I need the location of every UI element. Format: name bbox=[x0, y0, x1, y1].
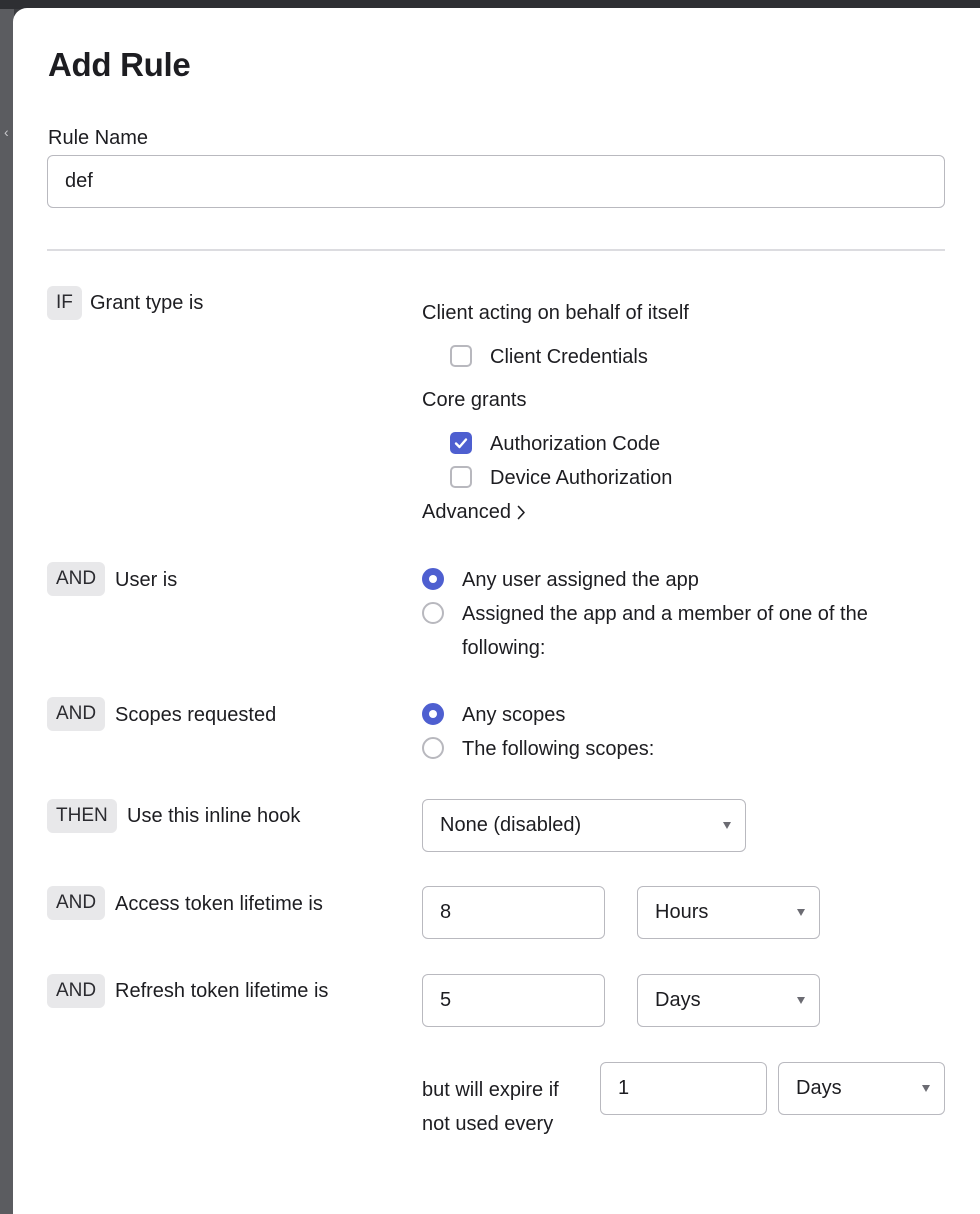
inline-hook-value: None (disabled) bbox=[440, 814, 582, 836]
expire-idle-input[interactable] bbox=[600, 1062, 767, 1115]
then-tag: THEN bbox=[47, 799, 117, 833]
device-authorization-checkbox[interactable] bbox=[450, 466, 472, 488]
client-credentials-label[interactable]: Client Credentials bbox=[490, 346, 648, 369]
caret-down-icon bbox=[797, 996, 805, 1004]
following-scopes-radio[interactable] bbox=[422, 737, 444, 759]
any-user-label[interactable]: Any user assigned the app bbox=[462, 569, 699, 592]
dialog-title: Add Rule bbox=[48, 46, 191, 83]
and-tag-access-token: AND bbox=[47, 886, 106, 920]
backdrop-left bbox=[0, 9, 14, 1214]
rule-name-label: Rule Name bbox=[48, 127, 149, 149]
inline-hook-select[interactable]: None (disabled) bbox=[422, 799, 746, 852]
backdrop-chevron-left-icon: ‹ bbox=[4, 124, 9, 140]
and-tag-refresh-token: AND bbox=[47, 974, 106, 1008]
inline-hook-label: Use this inline hook bbox=[127, 805, 301, 827]
expire-idle-unit-select[interactable]: Days bbox=[778, 1062, 945, 1115]
any-scopes-label[interactable]: Any scopes bbox=[462, 704, 565, 727]
caret-down-icon bbox=[922, 1084, 930, 1092]
rule-name-input[interactable] bbox=[47, 155, 945, 208]
authorization-code-label[interactable]: Authorization Code bbox=[490, 433, 660, 456]
check-icon bbox=[454, 438, 468, 449]
core-grants-label: Core grants bbox=[422, 389, 527, 411]
refresh-token-lifetime-input[interactable] bbox=[422, 974, 605, 1027]
member-group-radio[interactable] bbox=[422, 602, 444, 624]
expire-label-line2: not used every bbox=[422, 1113, 554, 1135]
refresh-token-unit-select[interactable]: Days bbox=[637, 974, 820, 1027]
user-is-label: User is bbox=[115, 569, 178, 591]
access-token-lifetime-input[interactable] bbox=[422, 886, 605, 939]
chevron-right-icon bbox=[517, 505, 525, 520]
access-token-unit-value: Hours bbox=[655, 901, 709, 923]
section-divider bbox=[47, 249, 945, 251]
scopes-requested-label: Scopes requested bbox=[115, 704, 277, 726]
member-group-label-line1[interactable]: Assigned the app and a member of one of … bbox=[462, 603, 868, 626]
member-group-label-line2[interactable]: following: bbox=[462, 637, 545, 660]
refresh-token-label: Refresh token lifetime is bbox=[115, 980, 329, 1002]
refresh-token-unit-value: Days bbox=[655, 989, 701, 1011]
caret-down-icon bbox=[797, 908, 805, 916]
if-tag: IF bbox=[47, 286, 82, 320]
and-tag-user: AND bbox=[47, 562, 106, 596]
and-tag-scopes: AND bbox=[47, 697, 106, 731]
advanced-toggle[interactable]: Advanced bbox=[422, 501, 526, 524]
access-token-unit-select[interactable]: Hours bbox=[637, 886, 820, 939]
grant-type-label: Grant type is bbox=[90, 292, 204, 314]
client-credentials-checkbox[interactable] bbox=[450, 345, 472, 367]
client-section-label: Client acting on behalf of itself bbox=[422, 302, 689, 324]
any-user-radio[interactable] bbox=[422, 568, 444, 590]
any-scopes-radio[interactable] bbox=[422, 703, 444, 725]
add-rule-dialog: Add Rule Rule Name IF Grant type is Clie… bbox=[13, 8, 980, 1214]
advanced-label: Advanced bbox=[422, 501, 511, 523]
expire-label-line1: but will expire if bbox=[422, 1079, 559, 1101]
following-scopes-label[interactable]: The following scopes: bbox=[462, 738, 654, 761]
expire-idle-unit-value: Days bbox=[796, 1077, 842, 1099]
access-token-label: Access token lifetime is bbox=[115, 893, 323, 915]
authorization-code-checkbox[interactable] bbox=[450, 432, 472, 454]
caret-down-icon bbox=[723, 821, 731, 829]
device-authorization-label[interactable]: Device Authorization bbox=[490, 467, 672, 490]
